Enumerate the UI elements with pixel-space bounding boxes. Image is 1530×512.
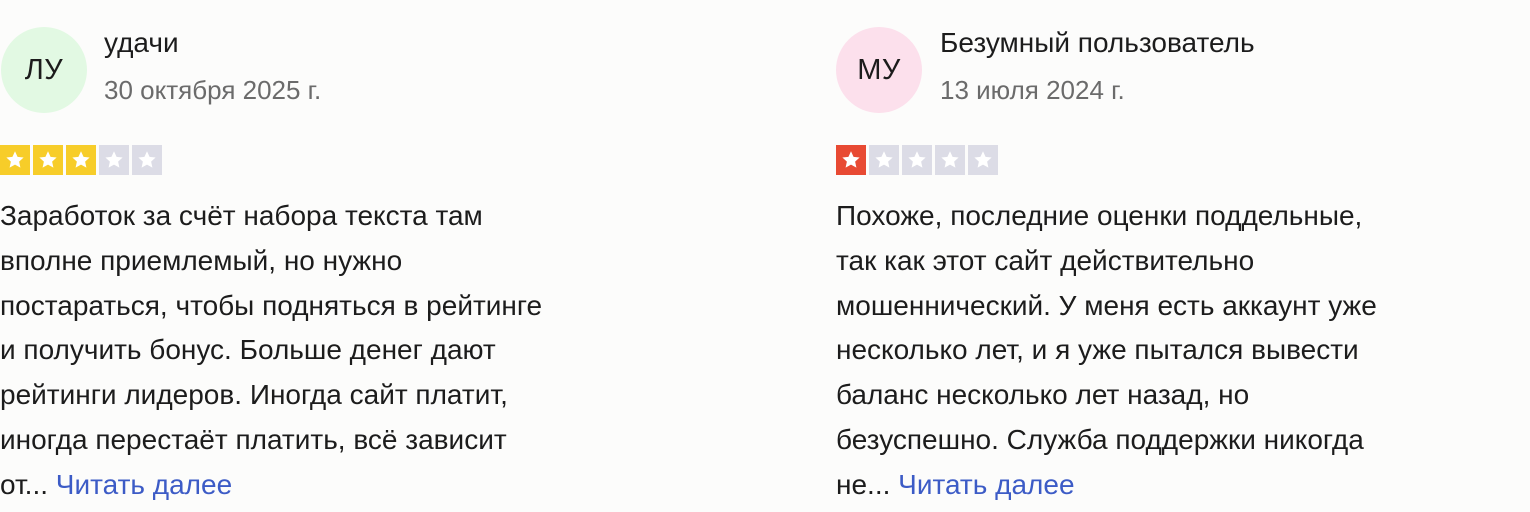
star-icon xyxy=(33,145,63,175)
star-icon xyxy=(968,145,998,175)
review-text-line: безуспешно. Служба поддержки никогда xyxy=(836,423,1364,455)
star-icon xyxy=(869,145,899,175)
review-text-last-line: не... Читать далее xyxy=(836,463,1516,508)
review-card: МУ Безумный пользователь 13 июля 2024 г.… xyxy=(836,0,1516,512)
star-icon xyxy=(132,145,162,175)
star-icon xyxy=(0,145,30,175)
review-text-line: вполне приемлемый, но нужно xyxy=(0,244,403,276)
star-rating xyxy=(836,145,998,175)
read-more-link[interactable]: Читать далее xyxy=(898,469,1074,500)
review-text-line: так как этот сайт действительно xyxy=(836,244,1255,276)
review-card: ЛУ удачи 30 октября 2025 г. Заработок за… xyxy=(0,0,680,512)
review-text-line: мошеннический. У меня есть аккаунт уже xyxy=(836,289,1377,321)
review-author: Безумный пользователь xyxy=(940,27,1255,58)
review-text-line: постараться, чтобы подняться в рейтинге xyxy=(0,289,543,321)
review-text: Заработок за счёт набора текста там впол… xyxy=(0,194,680,508)
review-text-truncated: от... xyxy=(0,468,49,500)
star-icon xyxy=(99,145,129,175)
review-text-line: и получить бонус. Больше денег дают xyxy=(0,334,496,366)
avatar: МУ xyxy=(836,27,922,113)
review-text: Похоже, последние оценки поддельные, так… xyxy=(836,194,1516,508)
review-text-line: баланс несколько лет назад, но xyxy=(836,379,1250,411)
review-text-line: несколько лет, и я уже пытался вывести xyxy=(836,334,1359,366)
review-text-truncated: не... xyxy=(836,468,891,500)
star-icon xyxy=(935,145,965,175)
review-date: 13 июля 2024 г. xyxy=(940,75,1125,105)
star-rating xyxy=(0,145,162,175)
star-icon xyxy=(66,145,96,175)
review-text-line: иногда перестаёт платить, всё зависит xyxy=(0,423,507,455)
star-icon xyxy=(836,145,866,175)
review-date: 30 октября 2025 г. xyxy=(104,75,322,105)
reviews-list: ЛУ удачи 30 октября 2025 г. Заработок за… xyxy=(0,0,1530,512)
review-text-line: Похоже, последние оценки поддельные, xyxy=(836,200,1363,231)
review-author: удачи xyxy=(104,27,179,58)
read-more-link[interactable]: Читать далее xyxy=(56,469,232,500)
review-text-last-line: от... Читать далее xyxy=(0,463,680,508)
review-text-line: Заработок за счёт набора текста там xyxy=(0,200,483,231)
avatar: ЛУ xyxy=(1,27,87,113)
star-icon xyxy=(902,145,932,175)
review-text-line: рейтинги лидеров. Иногда сайт платит, xyxy=(0,379,508,411)
